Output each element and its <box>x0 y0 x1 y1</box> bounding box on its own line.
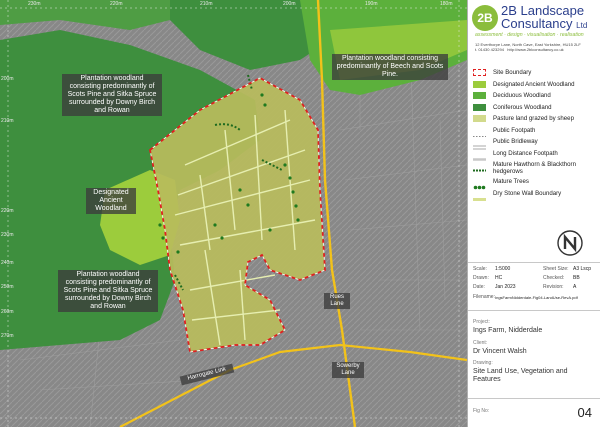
north-arrow-icon <box>557 230 583 256</box>
company-name: 2B Landscape Consultancy Ltd <box>501 4 587 32</box>
drawn-value: HC <box>495 275 503 281</box>
checked-label: Checked: <box>543 275 565 281</box>
grid-label-top: 180m <box>440 1 453 7</box>
hedgerow-swatch <box>473 161 486 172</box>
legend-label: Dry Stone Wall Boundary <box>493 189 562 197</box>
panel-divider <box>468 310 600 311</box>
project-label: Project: <box>473 319 490 325</box>
project-value: Ings Farm, Nidderdale <box>473 327 543 334</box>
legend-item-ancient-woodland: Designated Ancient Woodland <box>473 80 597 92</box>
legend-item-hedgerows: Mature Hawthorn & Blackthorn hedgerows <box>473 160 597 177</box>
legend-item-site-boundary: Site Boundary <box>473 68 597 80</box>
long-distance-footpath-swatch <box>473 150 486 161</box>
client-label: Client: <box>473 340 488 346</box>
legend-item-public-bridleway: Public Bridleway <box>473 137 597 150</box>
grid-label-top: 210m <box>200 1 213 7</box>
date-label: Date: <box>473 284 485 290</box>
legend-label: Public Bridleway <box>493 138 538 145</box>
sheet-size-label: Sheet Size: <box>543 266 569 272</box>
revision-label: Revision: <box>543 284 564 290</box>
sheet-size-value: A3 Lscp <box>573 266 592 272</box>
legend-label: Mature Hawthorn & Blackthorn hedgerows <box>493 161 576 175</box>
legend-label: Mature Trees <box>493 178 529 185</box>
legend-label: Deciduous Woodland <box>493 92 551 99</box>
drawing-label: Drawing: <box>473 360 493 366</box>
legend-label: Pasture land grazed by sheep <box>493 115 574 122</box>
grid-label-left: 260m <box>1 309 14 315</box>
label-sowerby-lane: Sowerby Lane <box>332 362 364 378</box>
legend-item-mature-trees: Mature Trees <box>473 177 597 190</box>
grid-label-left: 200m <box>1 76 14 82</box>
legend-label: Long Distance Footpath <box>493 149 558 157</box>
grid-label-left: 250m <box>1 284 14 290</box>
company-suffix: Ltd <box>576 21 588 30</box>
site-map[interactable]: 230m 220m 210m 200m 190m 180m 200m 210m … <box>0 0 467 427</box>
public-footpath-swatch <box>473 127 486 137</box>
grid-label-top: 200m <box>283 1 296 7</box>
legend-item-coniferous-woodland: Coniferous Woodland <box>473 103 597 115</box>
scale-label: Scale: <box>473 266 487 272</box>
client-value: Dr Vincent Walsh <box>473 348 527 355</box>
site-boundary-swatch <box>473 69 486 76</box>
title-panel: 2B 2B Landscape Consultancy Ltd assessme… <box>467 0 600 427</box>
legend-item-pasture: Pasture land grazed by sheep <box>473 114 597 126</box>
note-plantation-southwest: Plantation woodland consisting predomina… <box>58 270 158 312</box>
website-link[interactable]: http://www.2blconsultancy.co.uk <box>507 47 563 52</box>
legend-label: Coniferous Woodland <box>493 103 552 111</box>
label-rues-lane: Rues Lane <box>324 293 350 309</box>
legend-label: Public Footpath <box>493 126 536 134</box>
note-ancient-woodland: Designated Ancient Woodland <box>86 188 136 214</box>
grid-label-top: 220m <box>110 1 123 7</box>
note-plantation-northwest: Plantation woodland consisting predomina… <box>62 74 162 116</box>
company-logo: 2B <box>472 5 498 31</box>
deciduous-woodland-swatch <box>473 92 486 99</box>
pasture-swatch <box>473 115 486 122</box>
revision-value: A <box>573 284 577 290</box>
grid-label-left: 270m <box>1 333 14 339</box>
drawn-label: Drawn: <box>473 275 489 281</box>
legend-label: Designated Ancient Woodland <box>493 80 575 88</box>
grid-label-top: 190m <box>365 1 378 7</box>
legend-item-deciduous-woodland: Deciduous Woodland <box>473 91 597 103</box>
panel-divider <box>468 262 600 263</box>
filename-label: Filename: <box>473 294 495 300</box>
scale-value: 1:5000 <box>495 266 511 272</box>
company-tagline: assessment · design · visualisation · re… <box>475 32 584 38</box>
mature-trees-swatch <box>473 178 486 190</box>
legend-item-long-distance-footpath: Long Distance Footpath <box>473 149 597 161</box>
date-value: Jan 2023 <box>495 284 516 290</box>
legend-label: Site Boundary <box>493 69 532 76</box>
company-name-line2: Consultancy <box>501 16 573 31</box>
coniferous-woodland-swatch <box>473 103 486 111</box>
figure-number-label: Fig No: <box>473 408 490 414</box>
filename-value: IngsFarmNidderdale-Fig04-LandUse-RevA.pd… <box>495 294 578 300</box>
grid-label-left: 230m <box>1 232 14 238</box>
note-plantation-northeast: Plantation woodland consisting predomina… <box>332 54 448 80</box>
checked-value: BB <box>573 275 580 281</box>
map-legend: Site Boundary Designated Ancient Woodlan… <box>473 68 597 201</box>
grid-label-top: 230m <box>28 1 41 7</box>
grid-label-left: 240m <box>1 260 14 266</box>
company-address: 12 Everthorpe Lane, North Cave, East Yor… <box>475 42 581 52</box>
ancient-woodland-swatch <box>473 80 486 88</box>
panel-divider <box>468 398 600 399</box>
dry-stone-wall-swatch <box>473 190 486 201</box>
legend-item-dry-stone-wall: Dry Stone Wall Boundary <box>473 189 597 201</box>
legend-item-public-footpath: Public Footpath <box>473 126 597 138</box>
public-bridleway-swatch <box>473 138 486 150</box>
grid-label-left: 210m <box>1 118 14 124</box>
figure-number: 04 <box>577 405 592 420</box>
grid-label-left: 220m <box>1 208 14 214</box>
phone-number: t. 01430 423294 <box>475 47 504 52</box>
drawing-title: Site Land Use, Vegetation and Features <box>473 368 568 383</box>
